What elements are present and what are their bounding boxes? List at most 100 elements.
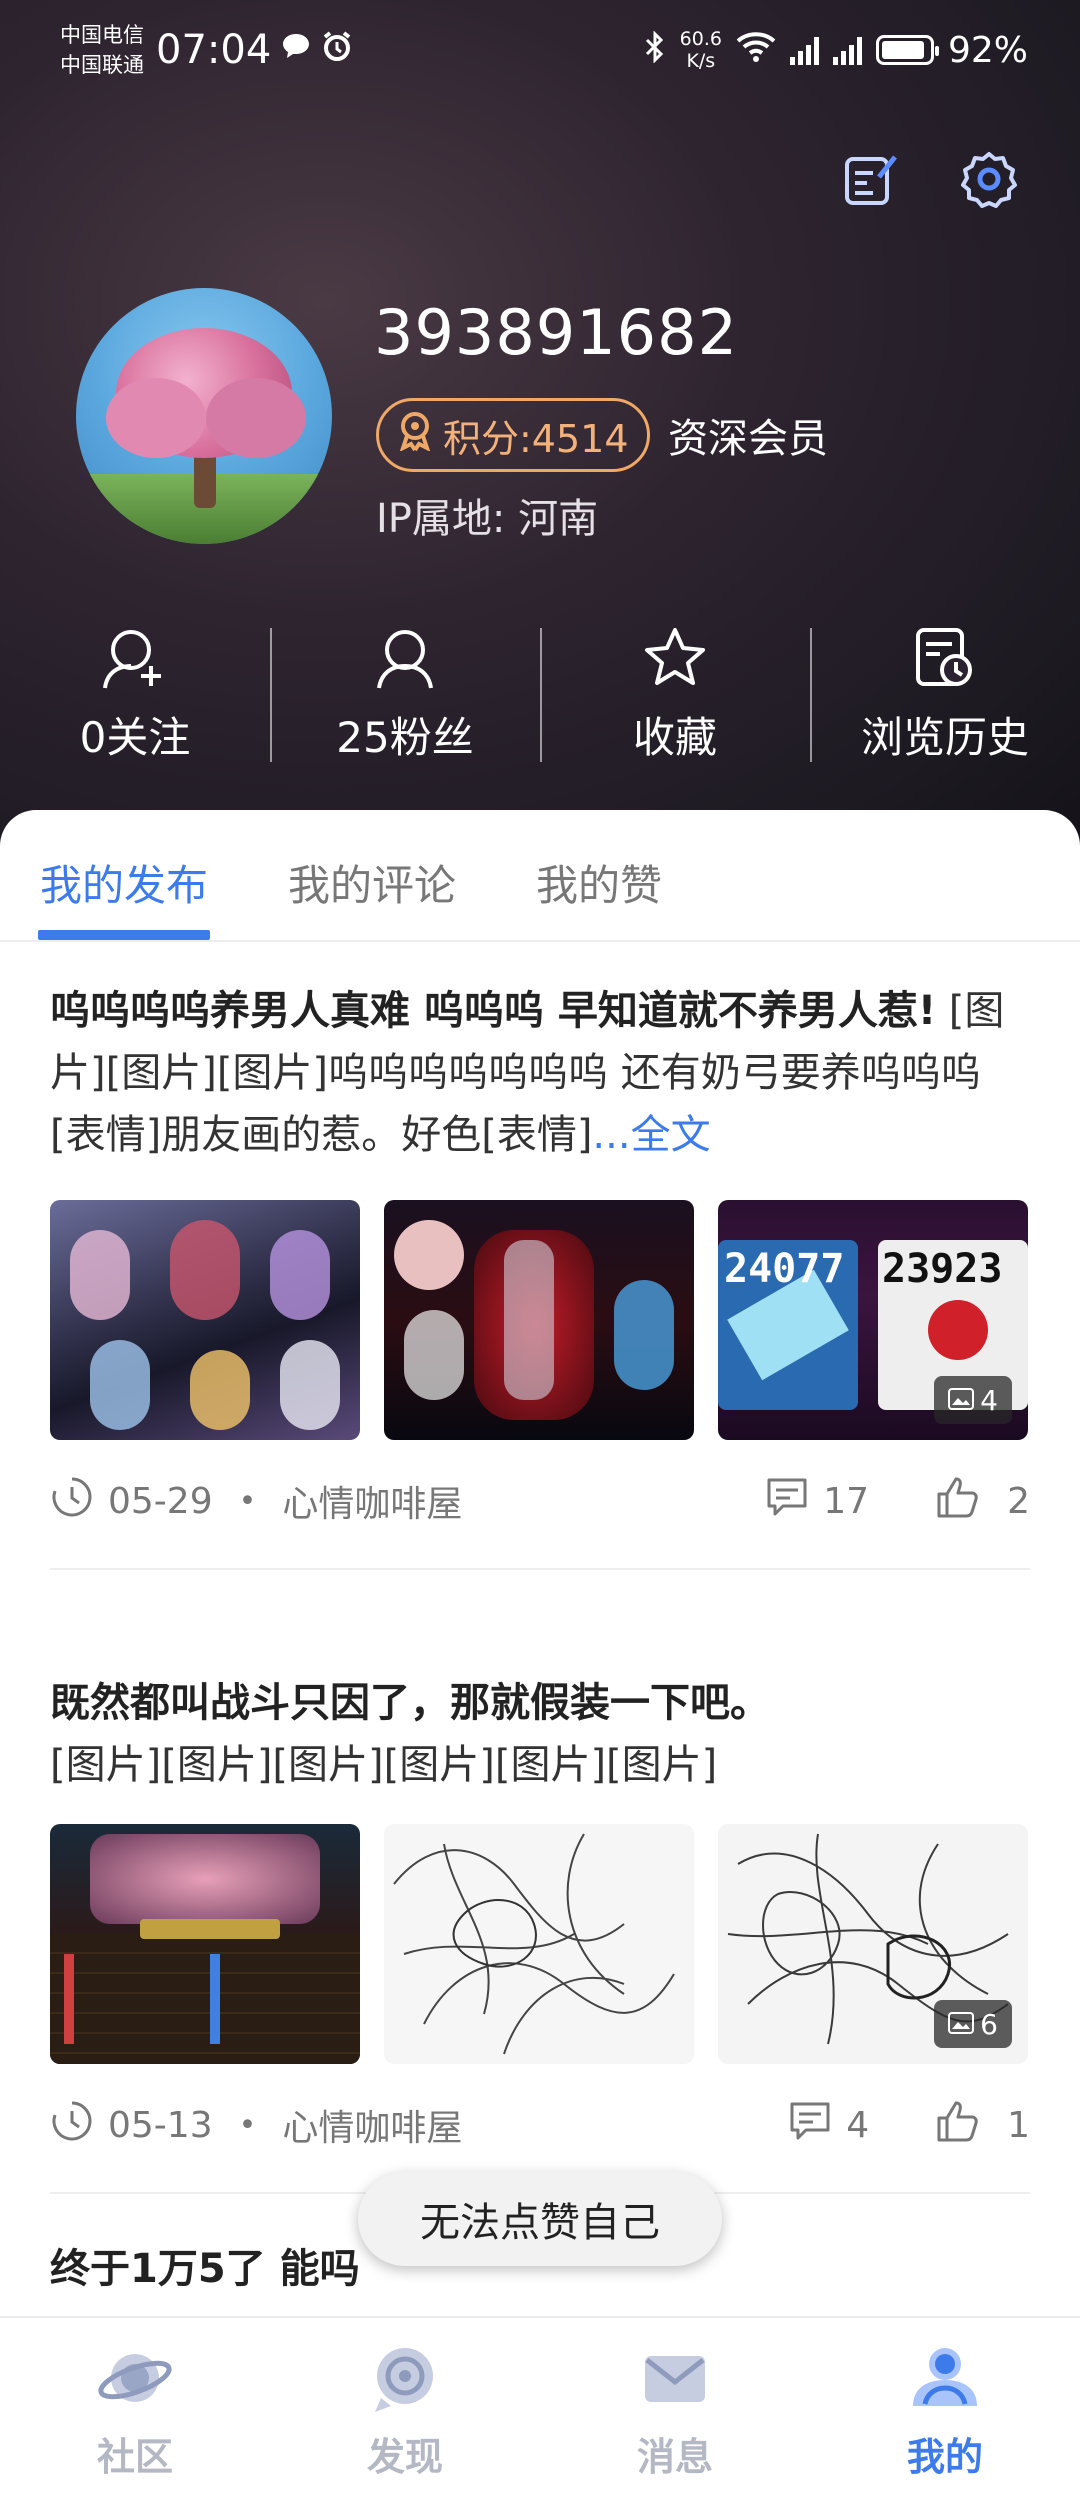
nav-community-label: 社区 (96, 2435, 173, 2479)
medal-icon (397, 411, 433, 460)
like-count: 2 (1007, 1480, 1030, 1522)
member-level: 资深会员 (668, 416, 828, 462)
stat-fans[interactable]: 25粉丝 (270, 620, 540, 770)
history-icon (912, 626, 978, 694)
post-text: 既然都叫战斗只因了，那就假装一下吧。 [图片][图片][图片][图片][图片][… (50, 1672, 1030, 1796)
meta-separator: • (238, 2107, 257, 2143)
nav-messages-label: 消息 (636, 2435, 713, 2479)
image-icon (948, 1384, 975, 1417)
discover-icon (369, 2342, 441, 2418)
post-title: 终于1万5了 能吗 (50, 2246, 360, 2292)
bluetooth-icon (644, 30, 666, 69)
post-divider (50, 1568, 1030, 1570)
image-count: 4 (980, 1383, 998, 1417)
active-tab-indicator (38, 930, 211, 940)
battery-icon (875, 35, 939, 65)
tab-my-comments-label: 我的评论 (288, 861, 457, 910)
image-icon (948, 2008, 975, 2041)
edit-icon[interactable] (842, 150, 900, 208)
chat-bubble-icon (281, 32, 311, 68)
post-title: 既然都叫战斗只因了，那就假装一下吧。 (50, 1680, 770, 1726)
nav-discover[interactable]: 发现 (270, 2318, 540, 2504)
signal-2-icon (832, 35, 862, 65)
signal-1-icon (789, 35, 819, 65)
full-text-link[interactable]: ...全文 (592, 1112, 710, 1158)
post-item[interactable]: 既然都叫战斗只因了，那就假装一下吧。 [图片][图片][图片][图片][图片][… (50, 1672, 1030, 2194)
tab-my-comments[interactable]: 我的评论 (288, 810, 456, 940)
post-image[interactable] (384, 1824, 694, 2064)
post-image[interactable]: 6 (718, 1824, 1028, 2064)
post-board[interactable]: 心情咖啡屋 (282, 1475, 462, 1527)
nav-mine[interactable]: 我的 (810, 2318, 1080, 2504)
like-icon[interactable] (935, 2100, 979, 2151)
points-badge[interactable]: 积分:4514 (376, 398, 650, 472)
meta-separator: • (238, 1483, 257, 1519)
carrier-1: 中国电信 (60, 23, 144, 47)
carrier-2: 中国联通 (60, 53, 144, 77)
tab-my-posts-label: 我的发布 (40, 861, 209, 910)
wifi-icon (736, 31, 776, 69)
post-images: 6 (50, 1824, 1030, 2064)
mail-icon (639, 2342, 711, 2418)
comment-icon[interactable] (788, 2100, 832, 2151)
post-image[interactable]: 24077 23923 4 (718, 1200, 1028, 1440)
post-title: 呜呜呜呜养男人真难 呜呜呜 早知道就不养男人惹! (50, 988, 937, 1034)
follow-icon (99, 626, 171, 694)
post-meta: 05-13 • 心情咖啡屋 4 1 (50, 2100, 1030, 2150)
tab-my-likes[interactable]: 我的赞 (536, 810, 662, 940)
post-board[interactable]: 心情咖啡屋 (282, 2099, 462, 2151)
network-speed-value: 60.6 (679, 28, 722, 50)
star-icon (642, 626, 708, 694)
stats-row: 0关注 25粉丝 收藏 浏览历史 (0, 620, 1080, 770)
settings-icon[interactable] (960, 150, 1018, 208)
post-date: 05-29 (108, 1480, 213, 1522)
nav-mine-label: 我的 (906, 2435, 983, 2479)
bottom-nav: 社区 发现 消息 我的 (0, 2316, 1080, 2504)
nav-community[interactable]: 社区 (0, 2318, 270, 2504)
stat-favorites-label: 收藏 (632, 712, 717, 762)
battery-percent: 92% (947, 29, 1028, 71)
comment-count: 4 (846, 2104, 870, 2146)
fans-icon (365, 626, 445, 694)
stat-following[interactable]: 0关注 (0, 620, 270, 770)
post-image[interactable] (384, 1200, 694, 1440)
toast-message: 无法点赞自己 (358, 2172, 722, 2266)
tab-bar: 我的发布 我的评论 我的赞 (0, 810, 1080, 942)
carrier-info: 中国电信 中国联通 (60, 20, 144, 80)
post-date: 05-13 (108, 2104, 213, 2146)
profile-header: 中国电信 中国联通 07:04 60.6 K/s 92% 393891682 积… (0, 0, 1080, 860)
post-image[interactable] (50, 1824, 360, 2064)
stat-favorites[interactable]: 收藏 (540, 620, 810, 770)
post-text: 呜呜呜呜养男人真难 呜呜呜 早知道就不养男人惹! [图片][图片][图片]呜呜呜… (50, 980, 1030, 1166)
alarm-icon (321, 30, 353, 70)
clock-icon (50, 2099, 94, 2152)
post-body: [图片][图片][图片][图片][图片][图片] (50, 1742, 718, 1788)
post-meta: 05-29 • 心情咖啡屋 17 2 (50, 1476, 1030, 1526)
image-count-badge: 4 (934, 1376, 1012, 1424)
comment-icon[interactable] (765, 1476, 809, 1527)
network-speed-unit: K/s (686, 50, 716, 72)
user-icon (907, 2342, 983, 2418)
top-actions (842, 150, 1018, 208)
stat-history-label: 浏览历史 (860, 712, 1029, 762)
post-item[interactable]: 呜呜呜呜养男人真难 呜呜呜 早知道就不养男人惹! [图片][图片][图片]呜呜呜… (50, 980, 1030, 1570)
network-speed: 60.6 K/s (680, 28, 722, 72)
like-icon[interactable] (935, 1476, 979, 1527)
avatar[interactable] (76, 288, 332, 544)
stat-fans-label: 25粉丝 (336, 712, 474, 762)
nav-discover-label: 发现 (366, 2435, 443, 2479)
post-image[interactable] (50, 1200, 360, 1440)
post-images: 24077 23923 4 (50, 1200, 1030, 1440)
like-count: 1 (1007, 2104, 1030, 2146)
image-count-badge: 6 (934, 2000, 1012, 2048)
nav-messages[interactable]: 消息 (540, 2318, 810, 2504)
status-bar: 中国电信 中国联通 07:04 60.6 K/s 92% (0, 0, 1080, 100)
image-count: 6 (980, 2007, 998, 2041)
tab-my-likes-label: 我的赞 (536, 861, 663, 910)
stat-history[interactable]: 浏览历史 (810, 620, 1080, 770)
ip-location: IP属地: 河南 (376, 496, 599, 542)
tab-my-posts[interactable]: 我的发布 (38, 810, 211, 940)
stat-following-label: 0关注 (79, 712, 191, 762)
clock-icon (50, 1475, 94, 1528)
username: 393891682 (374, 296, 739, 369)
